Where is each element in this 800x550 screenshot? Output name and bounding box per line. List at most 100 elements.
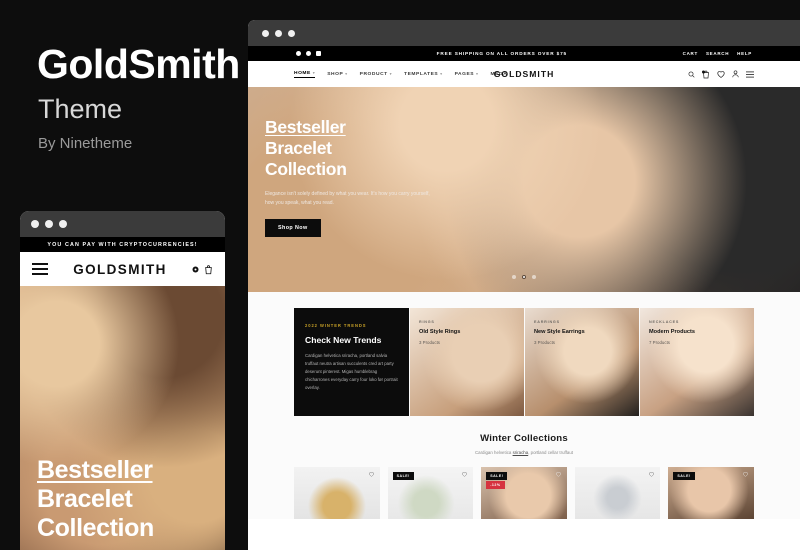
window-maximize-dot[interactable] xyxy=(59,220,67,228)
promo-byline: By Ninetheme xyxy=(38,135,133,152)
topbar-link-search[interactable]: SEARCH xyxy=(706,51,729,56)
mobile-titlebar xyxy=(20,211,225,237)
page-title: GoldSmith xyxy=(37,41,240,87)
mobile-hero: Bestseller Bracelet Collection Elegance … xyxy=(20,286,225,550)
chevron-down-icon: ▾ xyxy=(389,72,393,76)
cart-icon[interactable] xyxy=(702,70,710,79)
category-title: Old Style Rings xyxy=(419,329,461,335)
trends-intro-card: 2022 WINTER TRENDS Check New Trends Card… xyxy=(294,308,409,416)
carousel-dot-2[interactable] xyxy=(522,275,526,279)
category-card-rings[interactable]: RINGS Old Style Rings 3 Products xyxy=(410,308,524,416)
product-image xyxy=(574,467,661,519)
hero-heading: Bestseller Bracelet Collection xyxy=(265,117,475,180)
chevron-down-icon: ▾ xyxy=(476,72,479,76)
discount-badge: -12% xyxy=(486,481,505,489)
window-close-dot[interactable] xyxy=(262,29,269,37)
hero-heading-line1: Bestseller xyxy=(265,117,346,137)
trends-section: 2022 WINTER TRENDS Check New Trends Card… xyxy=(248,292,800,416)
chevron-down-icon: ▾ xyxy=(345,72,348,76)
site-logo[interactable]: GOLDSMITH xyxy=(494,69,555,79)
search-icon[interactable] xyxy=(688,71,695,78)
mobile-hero-heading: Bestseller Bracelet Collection xyxy=(37,456,212,543)
carousel-dot-3[interactable] xyxy=(532,275,536,279)
nav-label: SHOP xyxy=(327,71,344,77)
nav-icon-group xyxy=(688,70,754,79)
mobile-announcement-bar: YOU CAN PAY WITH CRYPTOCURRENCIES! xyxy=(20,237,225,252)
category-text: NECKLACES Modern Products 7 Products xyxy=(649,320,695,345)
user-icon[interactable] xyxy=(732,70,739,78)
category-eyebrow: EARRINGS xyxy=(534,320,560,324)
product-card[interactable] xyxy=(574,467,661,519)
carousel-dots xyxy=(512,275,536,279)
desktop-browser-mockup: FREE SHIPPING ON ALL ORDERS OVER $75 CAR… xyxy=(248,20,800,550)
chevron-down-icon: ▾ xyxy=(440,72,443,76)
cart-icon[interactable] xyxy=(204,264,213,275)
hero-content: Bestseller Bracelet Collection Elegance … xyxy=(265,117,475,237)
heart-icon[interactable] xyxy=(368,472,374,477)
sale-badge: SALE! xyxy=(392,472,414,480)
mobile-browser-mockup: YOU CAN PAY WITH CRYPTOCURRENCIES! GOLDS… xyxy=(20,211,225,550)
heart-icon[interactable] xyxy=(743,472,748,477)
wishlist-heart-icon[interactable] xyxy=(717,70,725,79)
mobile-hero-line3: Collection xyxy=(37,514,154,542)
heart-icon[interactable] xyxy=(462,472,468,477)
promo-subtitle: Theme xyxy=(38,94,123,124)
category-eyebrow: RINGS xyxy=(419,320,435,324)
category-card-earrings[interactable]: EARRINGS New Style Earrings 3 Products xyxy=(525,308,639,416)
screenshot-stage: GoldSmith Theme By Ninetheme FREE SHIPPI… xyxy=(0,0,800,550)
nav-item-product[interactable]: PRODUCT ▾ xyxy=(360,72,392,77)
nav-label: HOME xyxy=(294,70,311,76)
product-card[interactable] xyxy=(294,467,380,519)
product-card[interactable]: SALE! xyxy=(387,467,474,519)
product-grid: SALE! SALE! -12% SALE! xyxy=(294,467,754,519)
topbar-link-cart[interactable]: CART xyxy=(683,51,698,56)
sale-badge: SALE! xyxy=(673,472,695,480)
product-card[interactable]: SALE! -12% xyxy=(481,467,567,519)
social-links xyxy=(296,51,321,56)
carousel-dot-1[interactable] xyxy=(512,275,516,279)
subtitle-link[interactable]: sriracha xyxy=(513,450,529,455)
nav-item-templates[interactable]: TEMPLATES ▾ xyxy=(404,72,443,77)
menu-icon[interactable] xyxy=(746,71,754,78)
nav-menu: HOME ▾ SHOP ▾ PRODUCT ▾ TEMPLATES ▾ PAGE… xyxy=(294,71,512,78)
instagram-icon[interactable] xyxy=(316,51,321,56)
winter-collections-section: Winter Collections Cardigan helvetica sr… xyxy=(248,416,800,519)
mobile-site-logo[interactable]: GOLDSMITH xyxy=(73,262,167,277)
heart-icon[interactable] xyxy=(555,472,561,477)
facebook-icon[interactable] xyxy=(296,51,301,56)
chevron-down-icon: ▾ xyxy=(312,71,316,75)
category-text: RINGS Old Style Rings 3 Products xyxy=(419,320,460,345)
category-count: 3 Products xyxy=(534,340,555,345)
shop-now-button[interactable]: Shop Now xyxy=(265,218,321,237)
nav-label: TEMPLATES xyxy=(404,71,439,77)
category-eyebrow: NECKLACES xyxy=(649,320,680,324)
window-minimize-dot[interactable] xyxy=(45,220,53,228)
twitter-icon[interactable] xyxy=(306,51,311,56)
topbar-link-help[interactable]: HELP xyxy=(737,51,752,56)
nav-item-shop[interactable]: SHOP ▾ xyxy=(327,72,347,77)
cart-count-badge xyxy=(192,266,199,273)
category-text: EARRINGS New Style Earrings 3 Products xyxy=(534,320,585,345)
window-maximize-dot[interactable] xyxy=(288,29,295,37)
category-card-necklaces[interactable]: NECKLACES Modern Products 7 Products xyxy=(640,308,754,416)
section-title: Winter Collections xyxy=(480,433,568,444)
trends-heading: Check New Trends xyxy=(305,335,382,345)
window-minimize-dot[interactable] xyxy=(275,29,282,37)
product-card[interactable]: SALE! xyxy=(668,467,754,519)
window-close-dot[interactable] xyxy=(31,220,39,228)
desktop-titlebar xyxy=(248,20,800,46)
category-title: Modern Products xyxy=(649,329,695,335)
category-title: New Style Earrings xyxy=(534,329,585,335)
nav-item-home[interactable]: HOME ▾ xyxy=(294,70,316,78)
hamburger-menu-icon[interactable] xyxy=(32,260,48,277)
hero-slider[interactable]: Bestseller Bracelet Collection Elegance … xyxy=(248,87,800,292)
nav-item-pages[interactable]: PAGES ▾ xyxy=(455,72,479,77)
nav-label: PRODUCT xyxy=(359,71,388,77)
subtitle-pre: Cardigan helvetica xyxy=(474,450,513,455)
mobile-header: GOLDSMITH xyxy=(20,252,225,286)
category-count: 7 Products xyxy=(649,340,670,345)
trends-paragraph: Cardigan helvetica sriracha, portland sa… xyxy=(305,353,398,390)
heart-icon[interactable] xyxy=(649,472,655,477)
announcement-bar: FREE SHIPPING ON ALL ORDERS OVER $75 CAR… xyxy=(248,46,800,61)
product-image xyxy=(294,467,380,519)
